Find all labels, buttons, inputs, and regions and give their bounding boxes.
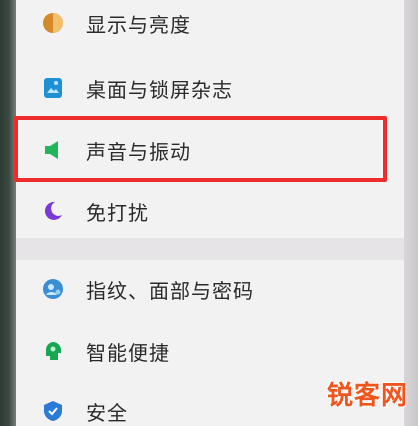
watermark: 锐客网 [326, 381, 408, 411]
settings-item-do-not-disturb[interactable]: 免打扰 [16, 180, 404, 242]
wallpaper-icon [42, 77, 64, 99]
phone-edge-left [0, 0, 16, 426]
display-brightness-icon [42, 12, 64, 34]
section-divider [16, 238, 404, 260]
settings-item-label: 桌面与锁屏杂志 [86, 77, 233, 102]
settings-item-smart-assist[interactable]: 智能便捷 [16, 320, 404, 382]
phone-edge-right [404, 0, 418, 426]
settings-item-display-brightness[interactable]: 显示与亮度 [16, 0, 404, 54]
security-icon [42, 400, 64, 422]
highlight-box [14, 116, 387, 182]
do-not-disturb-icon [42, 200, 64, 222]
fingerprint-face-password-icon [42, 278, 64, 300]
settings-item-label: 安全 [86, 400, 128, 425]
settings-item-label: 指纹、面部与密码 [86, 278, 254, 303]
settings-item-wallpaper[interactable]: 桌面与锁屏杂志 [16, 57, 404, 119]
settings-screen: 显示与亮度 桌面与锁屏杂志 声音与振动 免打扰 指纹、面部与密码 智能便捷 安全… [0, 0, 418, 426]
settings-item-label: 显示与亮度 [86, 12, 191, 37]
settings-item-label: 智能便捷 [86, 340, 170, 365]
settings-item-label: 免打扰 [86, 200, 149, 225]
settings-list: 显示与亮度 桌面与锁屏杂志 声音与振动 免打扰 指纹、面部与密码 智能便捷 安全 [16, 0, 404, 426]
settings-item-fingerprint-face-password[interactable]: 指纹、面部与密码 [16, 258, 404, 320]
smart-assist-icon [42, 340, 64, 362]
